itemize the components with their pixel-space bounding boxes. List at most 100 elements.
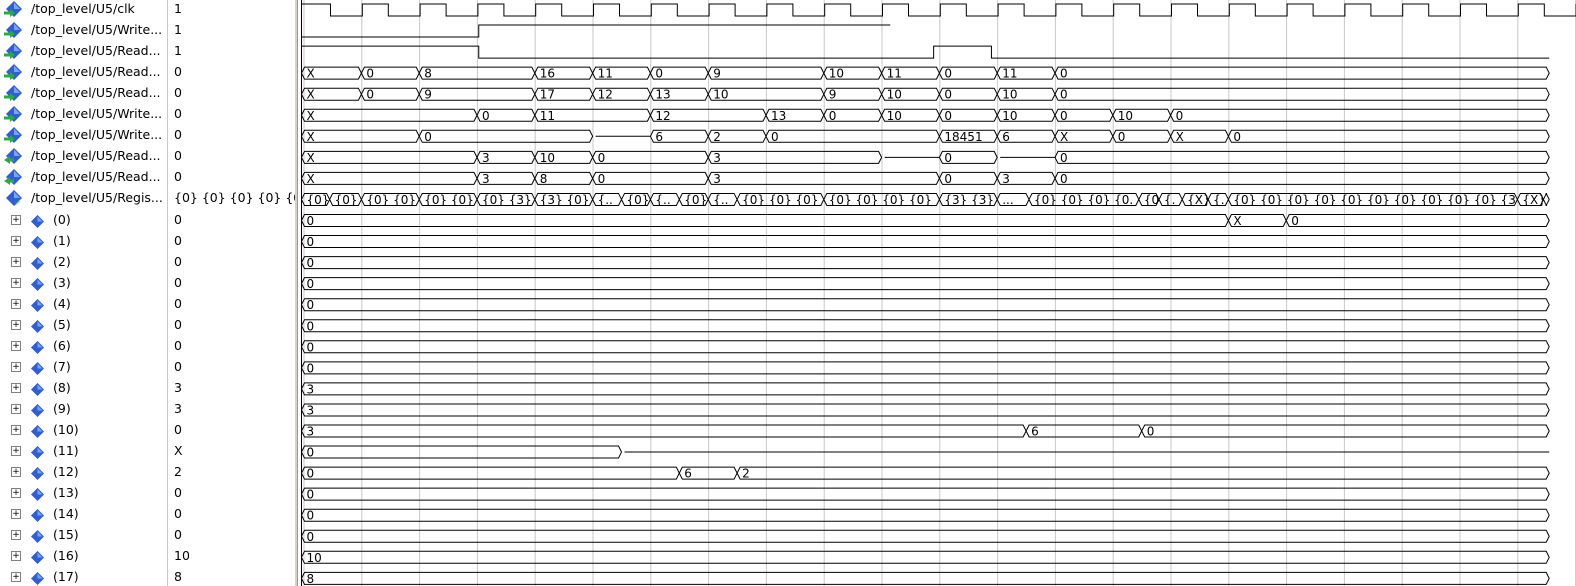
bus-segment	[300, 277, 1550, 291]
signal-row[interactable]: + (16)	[0, 545, 167, 566]
signal-name: /top_level/U5/Read...	[31, 85, 161, 101]
bus-value-label: 0	[1060, 88, 1068, 102]
signal-row[interactable]: /top_level/U5/Regis...	[0, 187, 167, 208]
signal-row[interactable]: + (14)	[0, 503, 167, 524]
signal-row[interactable]: + (13)	[0, 482, 167, 503]
signal-row[interactable]: + (4)	[0, 293, 167, 314]
bus-value-label: {0}	[307, 193, 330, 207]
bus-value-label: 3	[713, 151, 721, 165]
pane-divider[interactable]	[167, 0, 168, 586]
signal-row[interactable]: /top_level/U5/Write...	[0, 103, 167, 124]
clock-trace	[301, 3, 1576, 17]
bus-value-label: 0	[598, 151, 606, 165]
expand-toggle-icon[interactable]: +	[11, 319, 21, 330]
bus-value-label: X	[1233, 214, 1241, 228]
signal-name: (15)	[53, 527, 79, 543]
signal-input-icon	[3, 84, 23, 102]
bus-value-label: 10	[829, 67, 844, 81]
bus-value-label: 0	[424, 130, 432, 144]
signal-row[interactable]: /top_level/U5/Write...	[0, 19, 167, 40]
waveform-pane[interactable]: X 0 8 16 11 0 9 10 11 0 11 0 X 0 9 17 12 13 10 9 10 0 10 0 X 0 11 1…	[298, 0, 1576, 586]
expand-toggle-icon[interactable]: +	[11, 488, 21, 499]
bus-value-label: 3	[307, 425, 315, 439]
signal-name: /top_level/U5/Write...	[31, 127, 163, 143]
signal-row[interactable]: + (8)	[0, 377, 167, 398]
expand-toggle-icon[interactable]: +	[11, 509, 21, 520]
bus-segment	[300, 424, 1027, 438]
signal-row[interactable]: /top_level/U5/Read...	[0, 145, 167, 166]
signal-value: 0	[174, 422, 182, 437]
expand-toggle-icon[interactable]: +	[11, 446, 21, 457]
bus-value-label: 11	[887, 67, 902, 81]
bus-value-label: 17	[540, 88, 555, 102]
signal-value: 3	[174, 379, 182, 395]
signal-row[interactable]: + (1)	[0, 230, 167, 251]
array-element-icon	[31, 423, 44, 438]
signal-row[interactable]: + (3)	[0, 272, 167, 293]
array-element-icon	[31, 570, 44, 586]
bus-value-label: 3	[482, 172, 490, 186]
signal-name: (0)	[53, 211, 71, 227]
signal-row[interactable]: + (5)	[0, 314, 167, 335]
signal-row[interactable]: + (6)	[0, 335, 167, 356]
bus-value-label: 0	[944, 109, 952, 123]
expand-toggle-icon[interactable]: +	[11, 467, 21, 478]
signal-name: /top_level/U5/Read...	[31, 43, 161, 59]
expand-toggle-icon[interactable]: +	[11, 551, 21, 562]
array-element-icon	[31, 381, 44, 396]
signal-row[interactable]: + (0)	[0, 209, 167, 230]
signal-value: 0	[174, 169, 182, 185]
bus-value-label: 6	[1031, 425, 1039, 439]
expand-toggle-icon[interactable]: +	[11, 340, 21, 351]
signal-row[interactable]: /top_level/U5/Read...	[0, 166, 167, 187]
signal-row[interactable]: + (2)	[0, 251, 167, 272]
bus-value-label: {0} {3}	[482, 193, 532, 207]
signal-row[interactable]: + (10)	[0, 419, 167, 440]
expand-toggle-icon[interactable]: +	[11, 530, 21, 541]
bus-value-label: X	[307, 130, 315, 144]
bus-value-label: 13	[771, 109, 786, 123]
signal-row[interactable]: + (9)	[0, 398, 167, 419]
signal-row[interactable]: + (15)	[0, 524, 167, 545]
bus-value-label: 0	[307, 277, 315, 291]
bus-value-label: {0}	[335, 193, 358, 207]
signal-value: 8	[174, 569, 182, 585]
expand-toggle-icon[interactable]: +	[11, 214, 21, 225]
signal-name: (14)	[53, 506, 79, 522]
expand-toggle-icon[interactable]: +	[11, 361, 21, 372]
bus-segment	[1054, 171, 1550, 185]
signal-name: /top_level/U5/Write...	[31, 22, 163, 38]
expand-toggle-icon[interactable]: +	[11, 277, 21, 288]
bus-value-label: X	[1060, 130, 1068, 144]
expand-toggle-icon[interactable]: +	[11, 425, 21, 435]
array-element-icon	[31, 465, 44, 481]
bus-value-label: 0	[1233, 130, 1241, 144]
expand-toggle-icon[interactable]: +	[11, 382, 21, 393]
bus-value-label: 6	[655, 130, 663, 144]
signal-row[interactable]: + (17)	[0, 566, 167, 586]
signal-value: 0	[174, 527, 182, 543]
bus-value-label: X	[307, 88, 315, 102]
expand-toggle-icon[interactable]: +	[11, 403, 21, 414]
expand-toggle-icon[interactable]: +	[11, 298, 21, 309]
bus-value-label: 3	[713, 172, 721, 186]
signal-row[interactable]: + (11)	[0, 440, 167, 461]
signal-output-icon	[3, 147, 23, 165]
signal-row[interactable]: + (12)	[0, 461, 167, 482]
expand-glyph: +	[12, 361, 20, 372]
expand-toggle-icon[interactable]: +	[11, 256, 21, 267]
signal-row[interactable]: /top_level/U5/Read...	[0, 61, 167, 82]
expand-toggle-icon[interactable]: +	[11, 235, 21, 246]
expand-toggle-icon[interactable]: +	[11, 572, 21, 583]
signal-row[interactable]: + (7)	[0, 356, 167, 377]
signal-row[interactable]: /top_level/U5/clk	[0, 0, 167, 19]
signal-row[interactable]: /top_level/U5/Write...	[0, 124, 167, 145]
signal-row[interactable]: /top_level/U5/Read...	[0, 82, 167, 103]
bus-value-label: 0	[307, 214, 315, 228]
signal-row[interactable]: /top_level/U5/Read...	[0, 40, 167, 61]
bus-segment	[300, 150, 478, 164]
bus-value-label: X	[307, 172, 315, 186]
signal-input-icon	[3, 42, 23, 60]
bus-value-label: 3	[482, 151, 490, 165]
signal-input-icon	[3, 126, 23, 144]
